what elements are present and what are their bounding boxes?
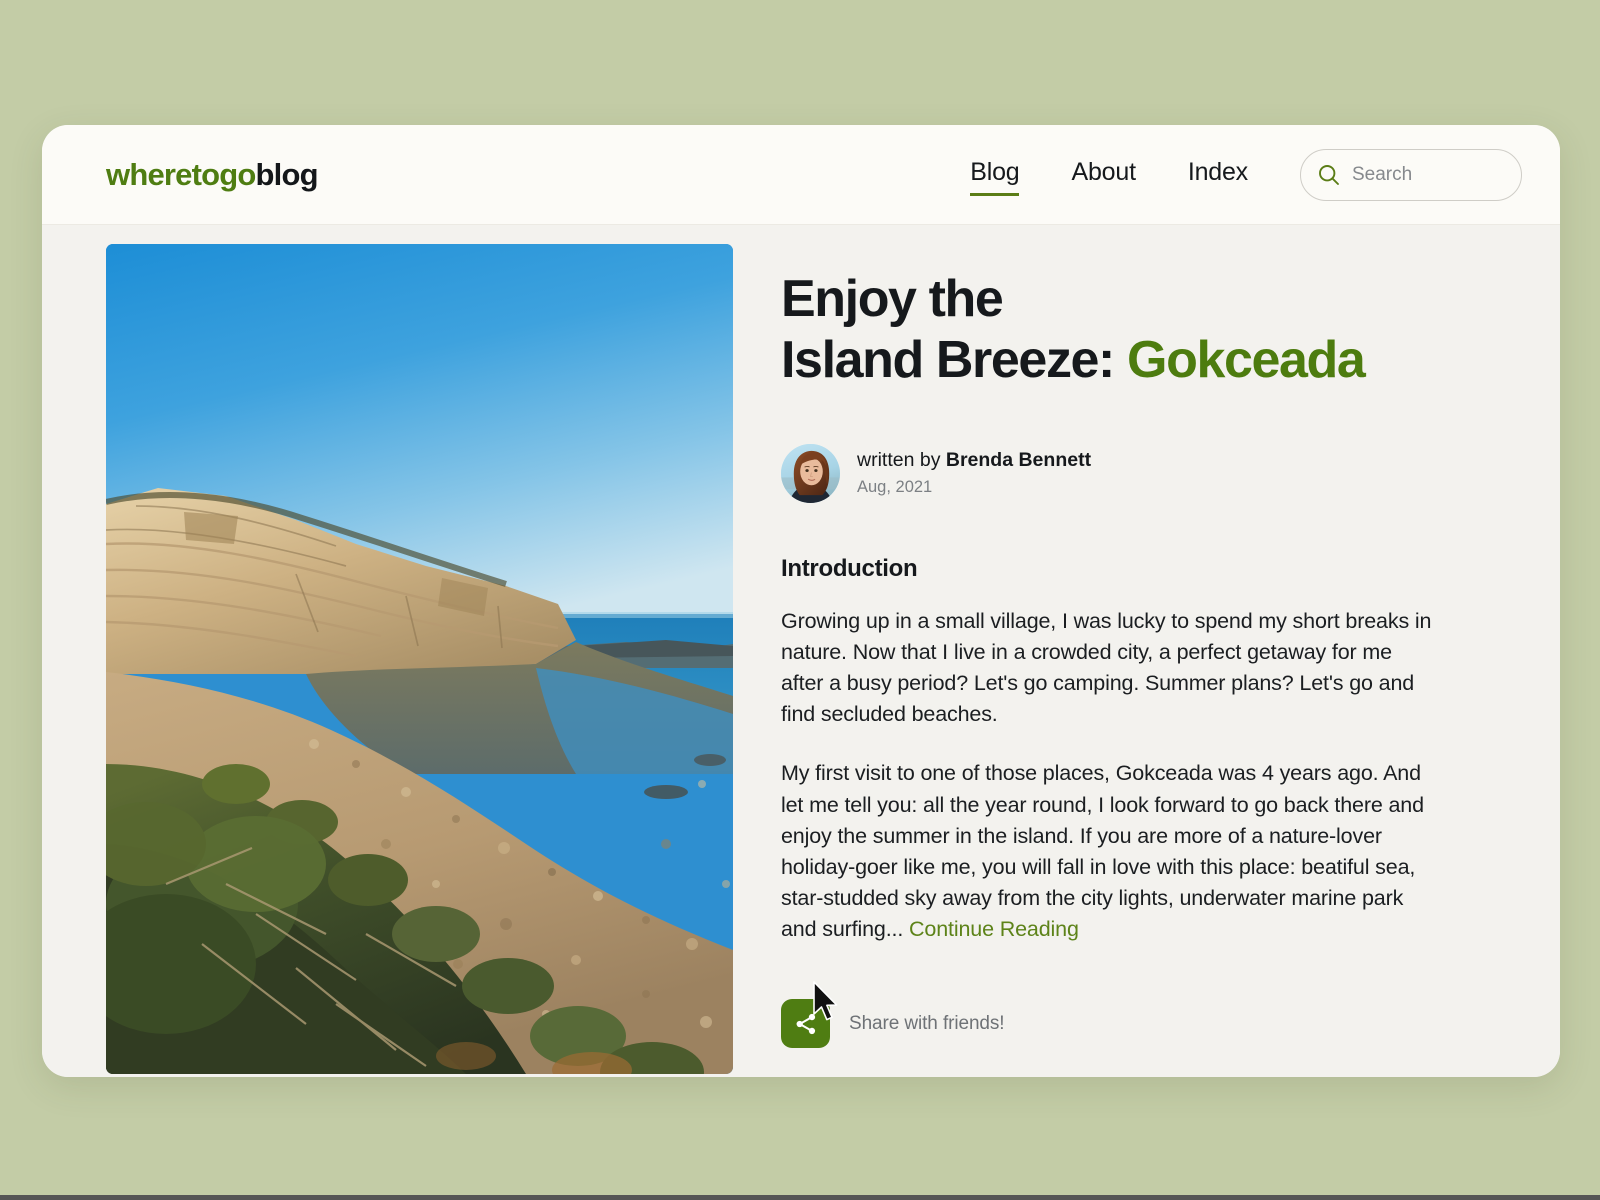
nav-item-index[interactable]: Index: [1188, 154, 1248, 196]
share-row: Share with friends!: [781, 999, 1440, 1049]
byline-text: written by Brenda Bennett Aug, 2021: [857, 448, 1091, 499]
article-paragraph-1: Growing up in a small village, I was luc…: [781, 608, 1432, 727]
share-button[interactable]: [781, 999, 830, 1049]
share-icon: [793, 1011, 819, 1037]
hero-photo-column: [42, 244, 733, 1077]
search-icon: [1317, 163, 1341, 187]
logo-text-primary: wheretogo: [106, 156, 256, 192]
nav-item-about-label: About: [1071, 157, 1136, 186]
article-paragraph-2: My first visit to one of those places, G…: [781, 758, 1440, 945]
nav-item-index-label: Index: [1187, 157, 1248, 186]
site-header: wheretogoblog Blog About Index: [42, 125, 1560, 225]
post-title-line-2: Island Breeze:: [781, 331, 1128, 390]
author-name: Brenda Bennett: [945, 448, 1092, 471]
main-navigation: Blog About Index: [970, 148, 1522, 201]
article-column: Enjoy the Island Breeze: Gokceada writte…: [733, 244, 1560, 1077]
nav-item-about[interactable]: About: [1071, 154, 1136, 196]
page-title: Enjoy the Island Breeze: Gokceada: [781, 269, 1440, 392]
hero-image: [106, 244, 733, 1074]
logo-text-secondary: blog: [255, 156, 319, 192]
app-window: wheretogoblog Blog About Index Search En…: [42, 125, 1560, 1077]
search-input[interactable]: [1352, 163, 1505, 186]
post-date: Aug, 2021: [857, 477, 933, 496]
nav-item-blog[interactable]: Blog: [970, 154, 1020, 196]
share-label: Share with friends!: [849, 1012, 1005, 1034]
nav-item-blog-label: Blog: [970, 157, 1020, 186]
section-heading: Introduction: [781, 554, 918, 582]
byline: written by Brenda Bennett Aug, 2021: [781, 443, 1440, 503]
article-paragraph-2-text: My first visit to one of those places, G…: [781, 761, 1424, 942]
post-title-line-1: Enjoy the: [781, 270, 1004, 328]
byline-author: written by Brenda Bennett: [857, 448, 1091, 474]
post-title-accent: Gokceada: [1127, 331, 1366, 390]
site-logo[interactable]: wheretogoblog: [106, 156, 319, 193]
avatar: [781, 443, 840, 503]
byline-prefix: written by: [857, 448, 946, 471]
search-box[interactable]: [1300, 148, 1522, 201]
page-content: Enjoy the Island Breeze: Gokceada writte…: [42, 225, 1560, 1077]
continue-reading-link[interactable]: Continue Reading: [909, 917, 1079, 941]
bottom-edge-strip: [0, 1195, 1600, 1200]
